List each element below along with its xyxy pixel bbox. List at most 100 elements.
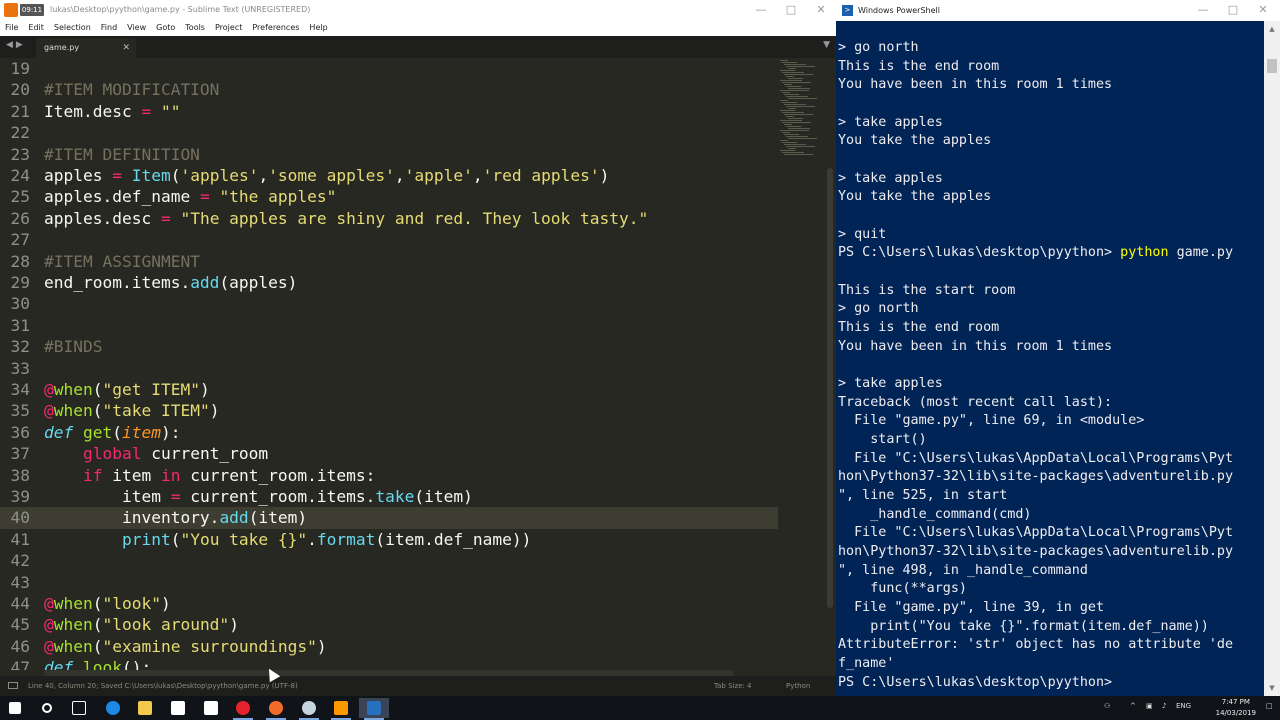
- scroll-up-icon[interactable]: ▲: [1264, 21, 1280, 37]
- syntax-indicator[interactable]: Python: [786, 676, 810, 696]
- console-line: hon\Python37-32\lib\site-packages\advent…: [838, 543, 1233, 562]
- origin-icon[interactable]: [261, 698, 291, 720]
- mail-icon[interactable]: [196, 698, 226, 718]
- panel-toggle-icon[interactable]: [8, 682, 18, 689]
- code-line[interactable]: 30: [0, 293, 778, 314]
- powershell-console[interactable]: > go north This is the end room You have b…: [838, 21, 1266, 696]
- clock[interactable]: 7:47 PM 14/03/2019: [1216, 697, 1256, 719]
- code-token: end_room.items.: [44, 273, 191, 292]
- language-indicator[interactable]: ENG: [1176, 702, 1191, 710]
- menu-item[interactable]: Find: [96, 20, 122, 36]
- people-icon[interactable]: ⚇: [1104, 702, 1110, 710]
- code-token: when: [53, 594, 93, 613]
- maximize-icon[interactable]: □: [1218, 0, 1248, 20]
- tab-game-py[interactable]: game.py ✕: [36, 38, 136, 58]
- code-line[interactable]: 29 end_room.items.add(apples): [0, 272, 778, 293]
- notification-icon[interactable]: □: [1266, 702, 1273, 710]
- line-number: 24: [10, 166, 31, 185]
- code-line[interactable]: 20 #ITEM MODIFICATION: [0, 79, 778, 100]
- edge-icon[interactable]: [98, 698, 128, 718]
- code-line[interactable]: 32 #BINDS: [0, 336, 778, 357]
- menu-item[interactable]: File: [0, 20, 23, 36]
- editor-vertical-scrollbar[interactable]: [826, 58, 834, 670]
- sublime-text-icon[interactable]: [326, 698, 356, 720]
- start-button[interactable]: [0, 698, 30, 718]
- console-scrollbar[interactable]: ▲ ▼: [1264, 21, 1280, 696]
- code-token: print: [121, 529, 171, 549]
- scrollbar-thumb[interactable]: [1267, 59, 1277, 73]
- sublime-title-bar[interactable]: 09:11 lukas\Desktop\pyython\game.py - Su…: [0, 0, 836, 20]
- code-line[interactable]: 43: [0, 572, 778, 593]
- menu-item[interactable]: Goto: [151, 20, 180, 36]
- network-icon[interactable]: ▣: [1146, 702, 1153, 710]
- code-token: when: [53, 401, 93, 421]
- menu-item[interactable]: Preferences: [247, 20, 304, 36]
- code-line[interactable]: 45 @when("look around"): [0, 614, 778, 635]
- store-icon[interactable]: [163, 698, 193, 718]
- menu-item[interactable]: Edit: [23, 20, 49, 36]
- tab-dropdown-icon[interactable]: ▼: [823, 40, 830, 50]
- minimize-icon[interactable]: —: [1188, 0, 1218, 20]
- minimap[interactable]: [778, 58, 822, 158]
- code-line[interactable]: 40 inventory.add(item): [0, 507, 778, 529]
- code-token: "You take {}": [180, 529, 308, 549]
- chevron-up-icon[interactable]: ^: [1130, 702, 1136, 710]
- code-line[interactable]: 35 @when("take ITEM"): [0, 400, 778, 421]
- code-line[interactable]: 36 def get(item):: [0, 422, 778, 443]
- code-line[interactable]: 31: [0, 315, 778, 336]
- close-icon[interactable]: ✕: [1248, 0, 1278, 20]
- code-line[interactable]: 39 item = current_room.items.take(item): [0, 486, 778, 507]
- menu-item[interactable]: View: [122, 20, 151, 36]
- menu-item[interactable]: Help: [304, 20, 332, 36]
- code-line[interactable]: 37 global current_room: [0, 443, 778, 464]
- code-line[interactable]: 26 apples.desc = "The apples are shiny an…: [0, 208, 778, 229]
- opera-icon[interactable]: [228, 698, 258, 720]
- steam-icon[interactable]: [294, 698, 324, 720]
- code-line[interactable]: 27: [0, 229, 778, 250]
- code-line[interactable]: 44 @when("look"): [0, 593, 778, 614]
- code-line[interactable]: 25 apples.def_name = "the apples": [0, 186, 778, 207]
- code-token: ): [599, 166, 610, 185]
- minimap-line: [782, 122, 811, 123]
- code-line[interactable]: 41 print("You take {}".format(item.def_n…: [0, 529, 778, 550]
- tab-size-indicator[interactable]: Tab Size: 4: [714, 676, 751, 696]
- code-line[interactable]: 47 def look():: [0, 657, 778, 670]
- code-line[interactable]: 33: [0, 358, 778, 379]
- code-token: (item.def_name)): [375, 529, 532, 549]
- code-line[interactable]: 42: [0, 550, 778, 571]
- code-line[interactable]: 34 @when("get ITEM"): [0, 379, 778, 400]
- powershell-title-bar[interactable]: > Windows PowerShell — □ ✕: [836, 0, 1280, 21]
- volume-icon[interactable]: ♪: [1162, 702, 1166, 710]
- code-token: 'apples': [180, 166, 259, 185]
- scrollbar-thumb[interactable]: [827, 168, 833, 608]
- close-icon[interactable]: ✕: [806, 0, 836, 20]
- code-line[interactable]: 24 apples = Item('apples','some apples','…: [0, 165, 778, 186]
- menu-item[interactable]: Tools: [180, 20, 210, 36]
- minimize-icon[interactable]: —: [746, 0, 776, 20]
- code-line[interactable]: 19: [0, 58, 778, 79]
- task-view-icon[interactable]: [64, 698, 94, 718]
- scroll-down-icon[interactable]: ▼: [1264, 680, 1280, 696]
- powershell-icon[interactable]: [359, 698, 389, 720]
- code-line[interactable]: 21 Item.desc = "": [0, 101, 778, 122]
- search-icon[interactable]: [32, 698, 62, 718]
- console-line: Traceback (most recent call last):: [838, 394, 1112, 413]
- line-number: 21: [10, 101, 31, 121]
- file-explorer-icon[interactable]: [130, 698, 160, 718]
- menu-item[interactable]: Project: [210, 20, 247, 36]
- code-line[interactable]: 23 #ITEM DEFINITION: [0, 144, 778, 165]
- tab-close-icon[interactable]: ✕: [122, 38, 130, 58]
- tab-nav-arrows-icon[interactable]: ◀▶: [6, 40, 26, 50]
- line-number: 42: [10, 551, 31, 571]
- code-token: ): [199, 380, 210, 399]
- code-token: (: [170, 166, 181, 185]
- code-line[interactable]: 38 if item in current_room.items:: [0, 465, 778, 486]
- code-line[interactable]: 28 #ITEM ASSIGNMENT: [0, 251, 778, 272]
- code-line[interactable]: 46 @when("examine surroundings"): [0, 636, 778, 657]
- code-line[interactable]: 22: [0, 122, 778, 143]
- menu-item[interactable]: Selection: [49, 20, 96, 36]
- code-editor[interactable]: 19 20 #ITEM MODIFICATION 21 Item.desc = "" 22…: [0, 58, 778, 670]
- console-line: _handle_command(cmd): [838, 506, 1031, 525]
- minimap-line: [780, 80, 802, 81]
- maximize-icon[interactable]: □: [776, 0, 806, 20]
